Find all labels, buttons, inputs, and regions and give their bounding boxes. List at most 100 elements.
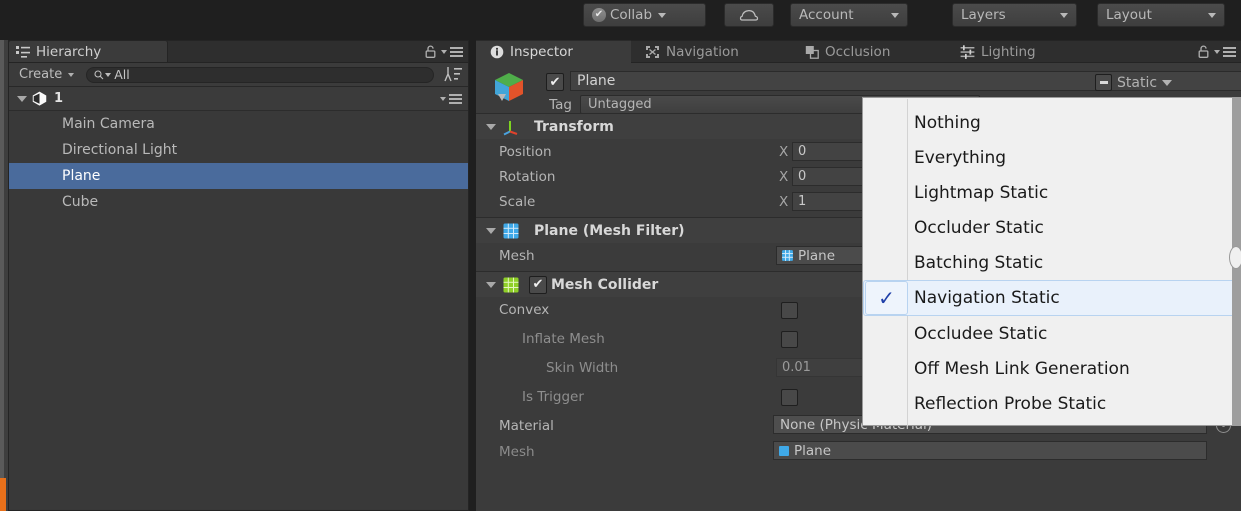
static-checkbox-mixed[interactable] [1095,74,1112,91]
checkmark-icon: ✓ [865,281,908,315]
list-item[interactable]: Main Camera [9,111,468,137]
lock-icon[interactable] [1198,45,1209,58]
chevron-down-icon [658,12,667,18]
hierarchy-menu-button[interactable] [441,46,463,57]
property-label: Convex [499,302,550,318]
menu-item-nothing[interactable]: Nothing [864,105,1241,141]
tab-lighting[interactable]: Lighting [960,40,1036,63]
layout-button[interactable]: Layout [1097,3,1225,27]
scene-name: 1 [54,91,64,106]
checkmark-icon: ✔ [532,277,544,292]
property-label: Mesh [499,248,535,264]
menu-item-everything[interactable]: Everything [864,140,1241,176]
menu-item-occludee-static[interactable]: Occludee Static [864,316,1241,352]
tab-hierarchy-label: Hierarchy [36,43,102,60]
chevron-down-icon [105,72,112,77]
property-label: Position [499,144,552,160]
list-item-selected[interactable]: Plane [9,163,468,189]
search-icon [94,69,104,79]
menu-item-label: Occludee Static [914,324,1048,344]
checkmark-icon: ✔ [549,74,561,90]
mesh-value: Plane [798,247,836,264]
hierarchy-search-bar: Create All [9,63,468,87]
menu-item-label: Nothing [914,113,981,133]
collab-label: Collab [610,7,653,23]
lock-icon[interactable] [425,45,436,58]
tab-navigation[interactable]: Navigation [645,40,739,63]
navmesh-icon [646,45,659,58]
collider-mesh-field[interactable]: Plane [773,441,1207,460]
axis-label: X [779,144,789,160]
menu-item-label: Everything [914,148,1007,168]
expand-triangle-icon[interactable] [486,123,496,130]
menu-item-occluder-static[interactable]: Occluder Static [864,210,1241,246]
sort-hierarchy-button[interactable] [438,66,468,83]
component-title: Plane (Mesh Filter) [534,222,685,239]
tab-lighting-label: Lighting [981,43,1036,60]
dropdown-scrollbar-thumb[interactable] [1229,246,1241,269]
property-label: Inflate Mesh [522,331,605,347]
lighting-icon [960,44,975,59]
chevron-down-icon [1214,49,1220,54]
search-input[interactable]: All [86,66,434,83]
static-flags-control[interactable]: Static [1095,74,1173,91]
menu-item-navigation-static[interactable]: ✓ Navigation Static [863,280,1241,316]
property-label: Skin Width [546,360,619,376]
property-label: Mesh [499,444,535,460]
collider-mesh-value: Plane [794,442,832,459]
menu-item-off-mesh-link-generation[interactable]: Off Mesh Link Generation [864,351,1241,387]
menu-item-label: Occluder Static [914,218,1044,238]
tag-label: Tag [549,97,572,113]
is-trigger-checkbox [781,389,798,406]
list-item[interactable]: Cube [9,189,468,215]
collab-button[interactable]: ✔ Collab [583,3,706,27]
component-title: Transform [534,118,614,135]
property-value: 0 [798,144,807,159]
left-panel-edge-inner [0,40,4,480]
chevron-down-icon [441,49,447,54]
cloud-button[interactable] [724,3,774,27]
property-value: 0.01 [782,360,811,375]
expand-triangle-icon[interactable] [17,95,27,102]
mesh-filter-icon [782,250,793,261]
layers-label: Layers [961,7,1006,23]
account-button[interactable]: Account [790,3,908,27]
mesh-collider-enabled-checkbox[interactable]: ✔ [529,275,547,294]
property-value: 0 [798,169,807,184]
scene-root-row[interactable]: 1 [9,87,468,111]
axis-label: X [779,169,789,185]
tab-occlusion[interactable]: Occlusion [805,40,890,63]
hierarchy-list: Main Camera Directional Light Plane Cube [9,111,468,509]
hierarchy-item-label: Cube [62,194,99,210]
hierarchy-tabbar-controls [425,45,463,58]
list-item[interactable]: Directional Light [9,137,468,163]
property-label: Material [499,418,554,434]
scene-menu-button[interactable] [440,93,462,104]
tab-hierarchy[interactable]: Hierarchy [8,40,168,62]
account-label: Account [799,7,854,23]
menu-item-lightmap-static[interactable]: Lightmap Static [864,175,1241,211]
hierarchy-item-label: Main Camera [62,116,155,132]
expand-triangle-icon[interactable] [486,281,496,288]
menu-icon [450,46,463,57]
object-enabled-checkbox[interactable]: ✔ [546,73,564,91]
chevron-down-icon[interactable] [1162,79,1173,86]
tab-inspector-label: Inspector [510,43,573,60]
menu-item-reflection-probe-static[interactable]: Reflection Probe Static [864,386,1241,422]
convex-checkbox[interactable] [781,302,798,319]
expand-triangle-icon[interactable] [486,227,496,234]
property-value: 1 [798,194,807,209]
chevron-down-icon [1208,12,1216,18]
layers-button[interactable]: Layers [952,3,1077,27]
chevron-down-icon [68,72,75,77]
chevron-down-icon [440,96,446,101]
component-title: Mesh Collider [551,276,659,293]
menu-item-batching-static[interactable]: Batching Static [864,245,1241,281]
occlusion-icon [805,45,819,59]
static-label: Static [1117,74,1158,91]
property-label: Scale [499,194,536,210]
object-name-value: Plane [577,73,616,89]
inspector-menu-button[interactable] [1214,46,1236,57]
tab-inspector[interactable]: Inspector [490,40,573,63]
create-button[interactable]: Create [9,66,82,84]
